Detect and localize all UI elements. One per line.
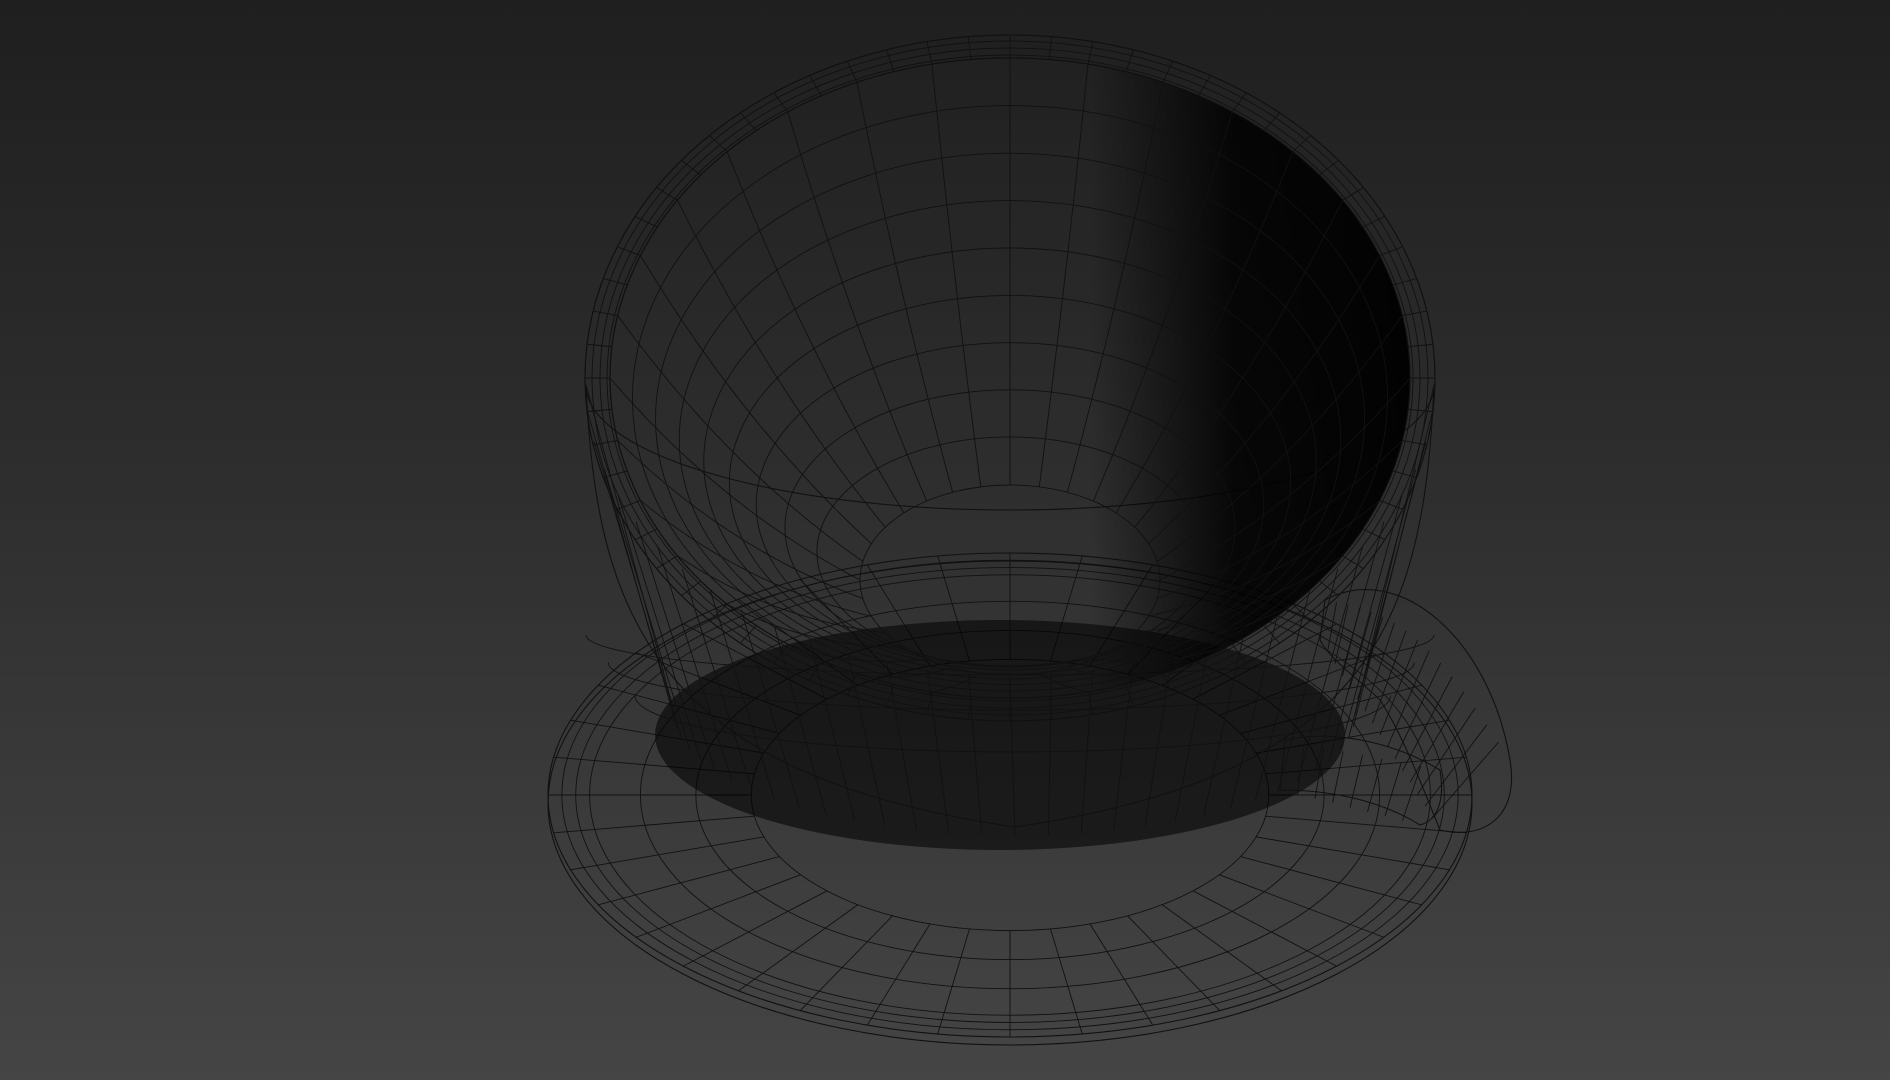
saucer-edge	[636, 874, 801, 938]
saucer-edge	[1192, 890, 1337, 967]
cup-rim-edge	[681, 580, 702, 596]
cup-rim-edge	[846, 60, 858, 83]
cup-rim-edge	[1087, 41, 1094, 65]
saucer-edge	[1050, 928, 1083, 1035]
viewport-scene[interactable]	[0, 0, 1890, 1080]
saucer-edge	[1161, 904, 1282, 992]
saucer-edge	[683, 890, 828, 967]
cup-rim-edge	[1048, 36, 1053, 60]
cup-rim-edge	[587, 343, 612, 348]
cup-inner-surface-mesh[interactable]	[609, 57, 1411, 699]
saucer-edge	[1265, 815, 1467, 834]
cup-rim-edge	[1125, 49, 1134, 72]
cup-rim-edge	[593, 310, 618, 317]
cup-rim-edge	[1408, 408, 1433, 413]
saucer-edge	[799, 915, 893, 1011]
cup-rim-edge	[681, 160, 702, 176]
saucer-edge	[1255, 836, 1450, 871]
handle-edge	[1357, 616, 1384, 700]
cup-rim-edge	[709, 135, 728, 153]
cup-rim-edge	[603, 470, 628, 479]
cup-rim-edge	[1402, 439, 1427, 446]
3d-viewport[interactable]	[0, 0, 1890, 1080]
saucer-edge	[553, 815, 755, 834]
cup-rim-edge	[886, 49, 895, 72]
cup-rim-edge	[1318, 160, 1339, 176]
saucer-edge	[1219, 874, 1384, 938]
saucer-edge	[1127, 915, 1221, 1011]
cup-rim-edge	[967, 36, 972, 60]
cup-rim-edge	[603, 277, 628, 286]
saucer-edge	[1240, 856, 1422, 906]
cup-rim-edge	[1318, 580, 1339, 596]
saucer-edge	[598, 856, 780, 906]
handle-edge	[1372, 630, 1407, 724]
cup-rim-edge	[1402, 310, 1427, 317]
cup-rim-edge	[1162, 60, 1174, 83]
cup-rim-edge	[587, 408, 612, 413]
saucer-edge	[937, 928, 970, 1035]
cup-rim-edge	[1292, 135, 1311, 153]
saucer-edge	[570, 836, 765, 871]
cup-rim-edge	[1392, 277, 1417, 286]
saucer-edge	[738, 904, 859, 992]
handle-edge	[1384, 762, 1402, 817]
cup-rim-edge	[1408, 343, 1433, 348]
cup-rim-edge	[593, 439, 618, 446]
cup-rim-edge	[926, 41, 933, 65]
